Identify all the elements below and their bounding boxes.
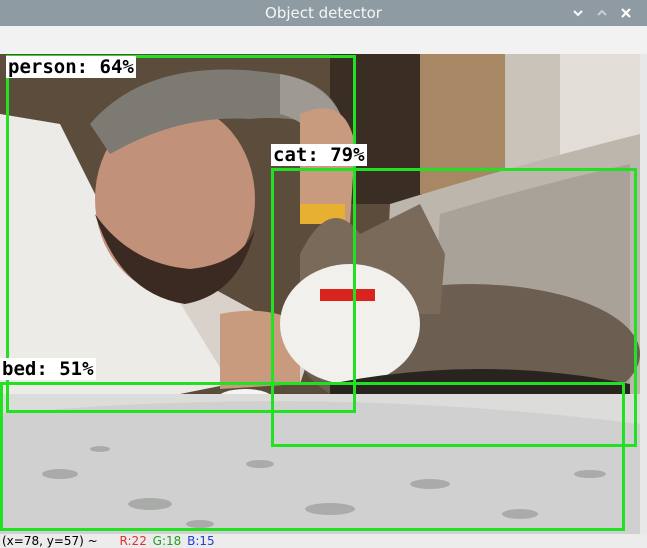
status-bar: (x=78, y=57) ~ R:22 G:18 B:15 [0,534,647,548]
red-value: R:22 [119,534,147,548]
detection-image: person: 64% cat: 79% bed: 51% [0,54,640,534]
chevron-up-icon[interactable] [594,5,610,21]
detection-box-bed [0,382,625,531]
detection-label-cat: cat: 79% [271,144,367,166]
window-title: Object detector [265,4,382,22]
detection-label-bed: bed: 51% [0,358,96,380]
toolbar [0,26,647,55]
cursor-coords: (x=78, y=57) ~ [2,534,98,548]
chevron-down-icon[interactable] [570,5,586,21]
close-icon[interactable] [618,5,634,21]
detection-label-person: person: 64% [6,56,136,78]
blue-value: B:15 [187,534,215,548]
green-value: G:18 [152,534,182,548]
window-edge [640,54,647,534]
title-bar: Object detector [0,0,647,26]
